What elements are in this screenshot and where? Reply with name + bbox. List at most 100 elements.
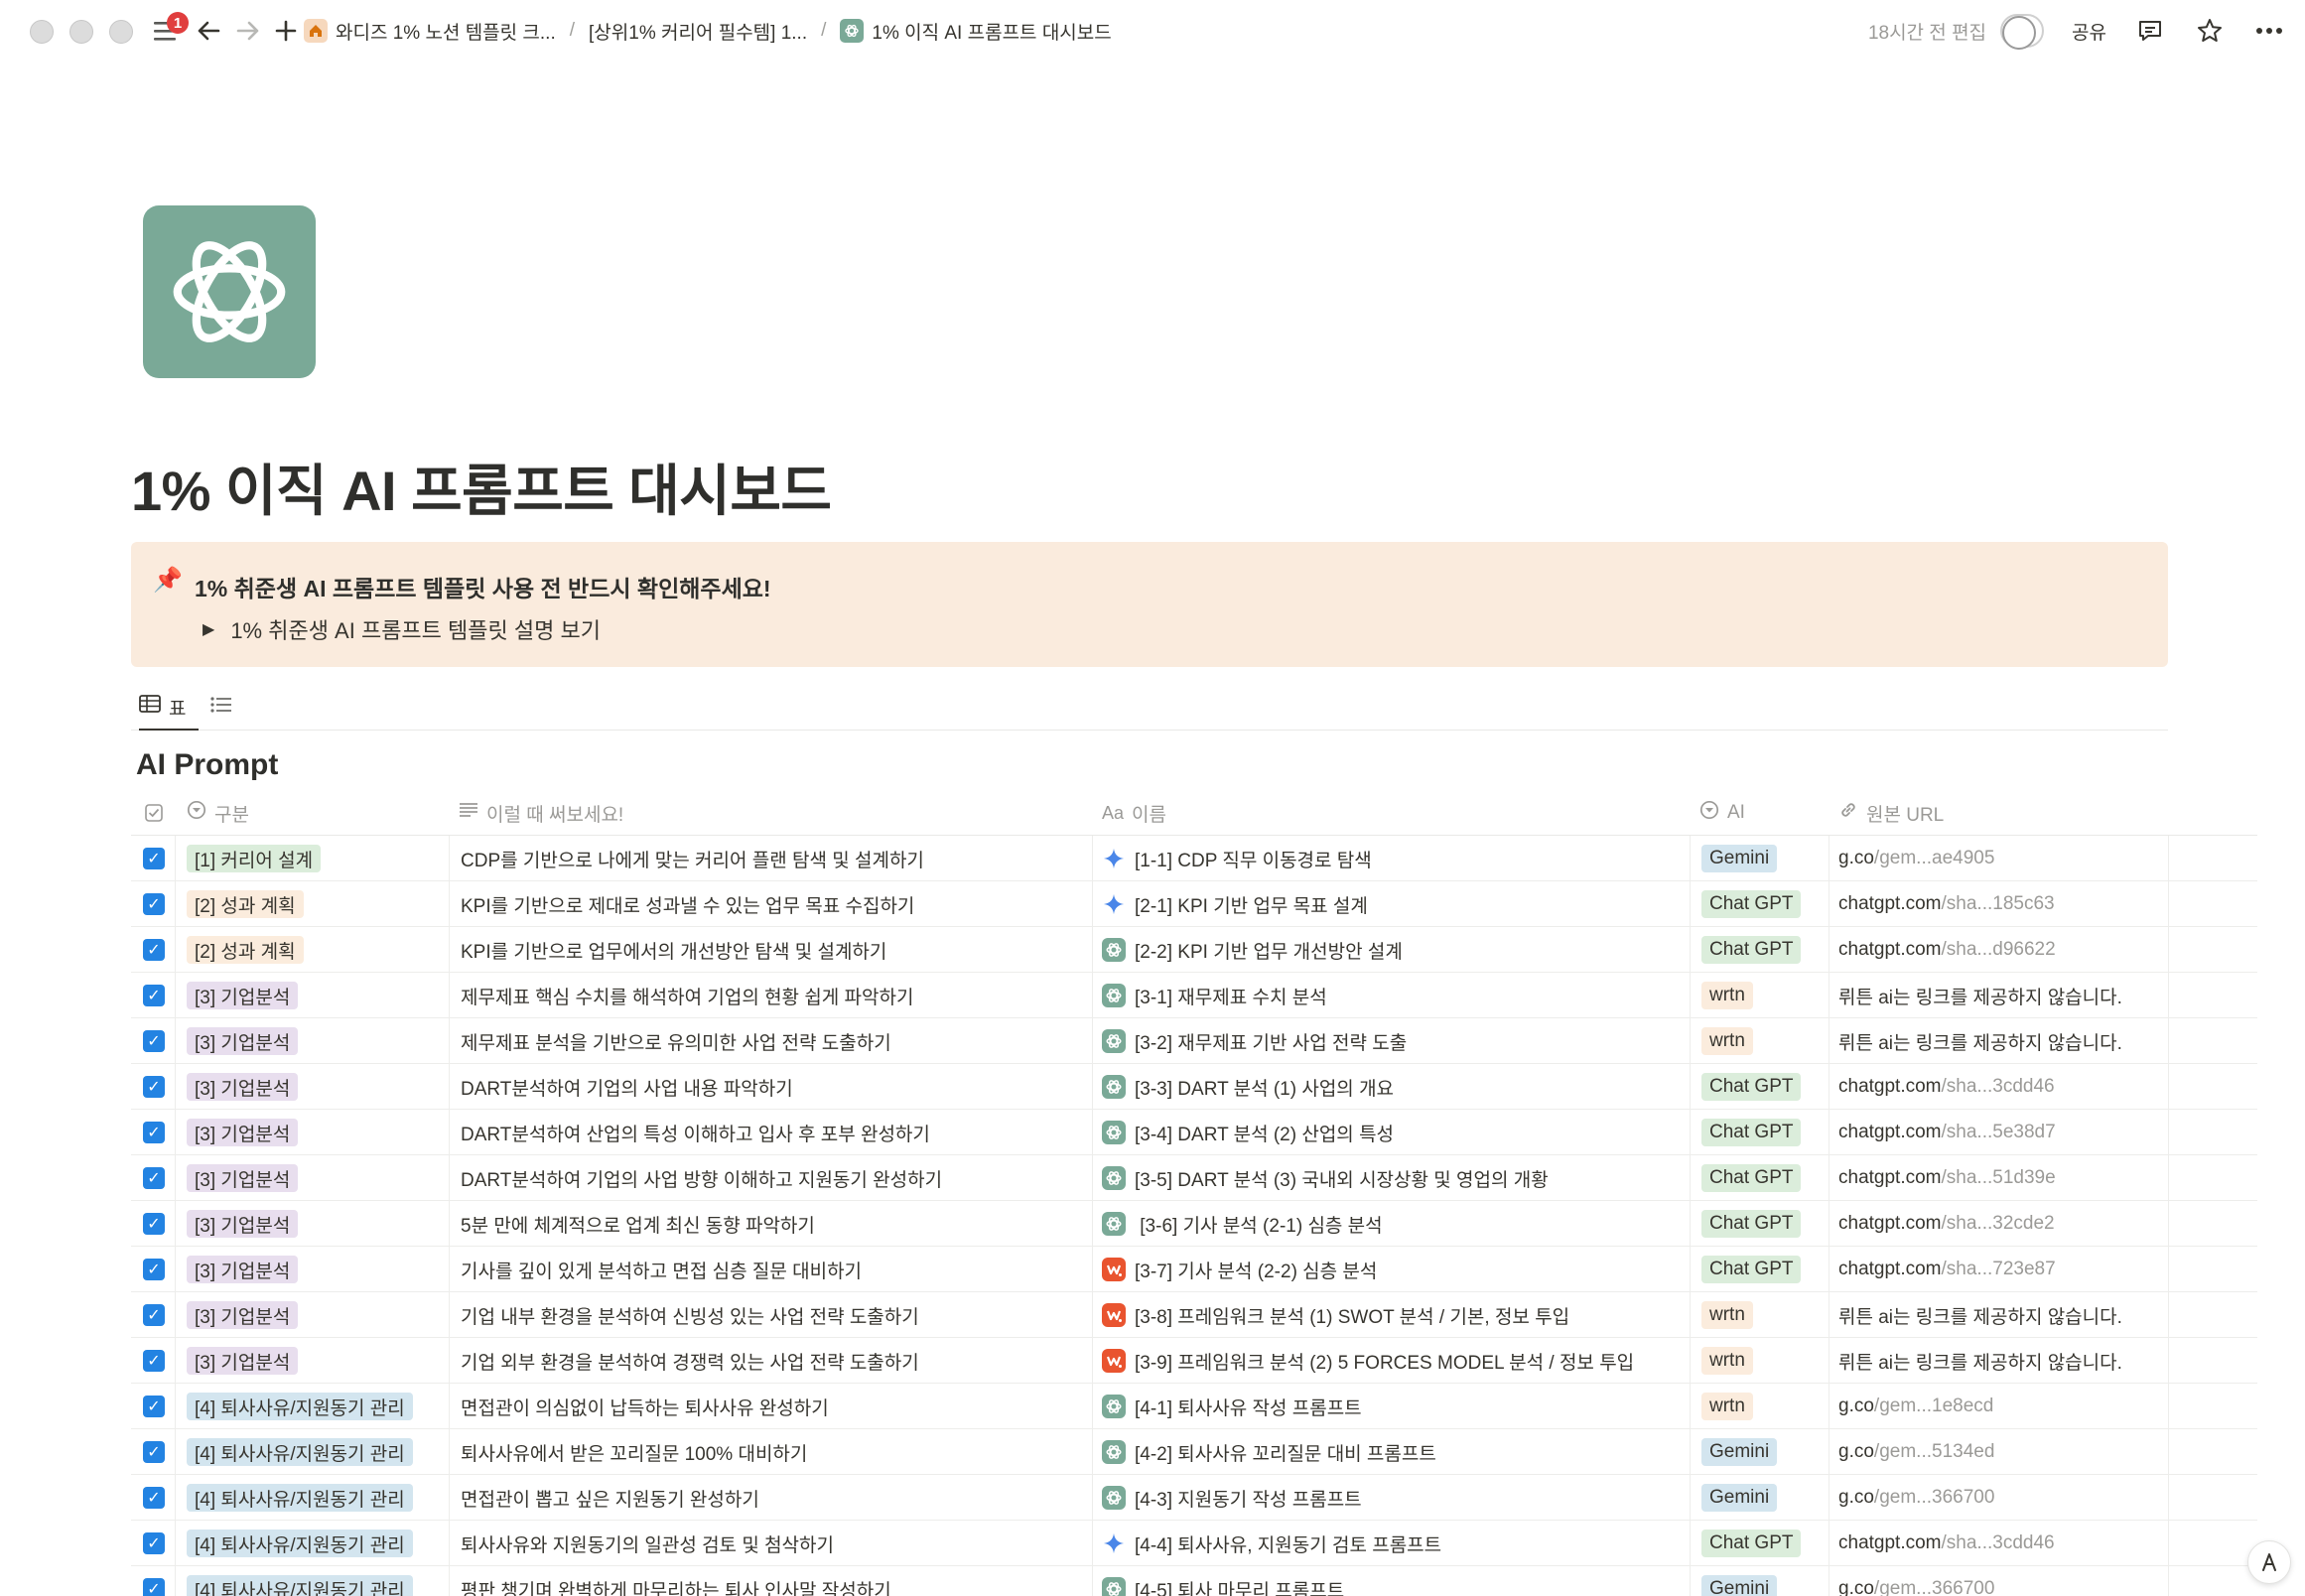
category-cell[interactable]: [3] 기업분석 xyxy=(187,1201,445,1247)
usage-cell[interactable]: 기업 외부 환경을 분석하여 경쟁력 있는 사업 전략 도출하기 xyxy=(461,1338,1086,1384)
usage-cell[interactable]: 기업 내부 환경을 분석하여 신빙성 있는 사업 전략 도출하기 xyxy=(461,1292,1086,1338)
url-host[interactable]: 뤼튼 ai는 링크를 제공하지 않습니다. xyxy=(1838,1348,2122,1375)
comment-icon[interactable] xyxy=(2134,15,2166,47)
url-cell[interactable]: chatgpt.com/sha...3cdd46 xyxy=(1838,1521,2255,1566)
url-cell[interactable]: chatgpt.com/sha...32cde2 xyxy=(1838,1201,2255,1247)
row-checkbox[interactable]: ✓ xyxy=(143,1259,165,1280)
url-cell[interactable]: g.co/gem...1e8ecd xyxy=(1838,1384,2255,1429)
ai-cell[interactable]: Chat GPT xyxy=(1701,1110,1825,1155)
url-path[interactable]: /sha...3cdd46 xyxy=(1942,1532,2055,1554)
ai-cell[interactable]: Gemini xyxy=(1701,1429,1825,1475)
url-cell[interactable]: g.co/gem...5134ed xyxy=(1838,1429,2255,1475)
url-cell[interactable]: g.co/gem...366700 xyxy=(1838,1566,2255,1596)
table-row[interactable]: ✓ [2] 성과 계획 KPI를 기반으로 제대로 성과낼 수 있는 업무 목표 수… xyxy=(131,881,2257,927)
usage-cell[interactable]: CDP를 기반으로 나에게 맞는 커리어 플랜 탐색 및 설계하기 xyxy=(461,836,1086,881)
breadcrumb-item[interactable]: 1% 이직 AI 프롬프트 대시보드 xyxy=(840,18,1112,45)
name-cell[interactable]: [4-2] 퇴사사유 꼬리질문 대비 프롬프트 xyxy=(1102,1429,1686,1475)
row-checkbox[interactable]: ✓ xyxy=(143,985,165,1006)
name-cell[interactable]: [3-7] 기사 분석 (2-2) 심층 분석 xyxy=(1102,1247,1686,1292)
table-row[interactable]: ✓ [4] 퇴사사유/지원동기 관리 평판 챙기며 완벽하게 마무리하는 퇴사 인사… xyxy=(131,1566,2257,1596)
url-host[interactable]: chatgpt.com xyxy=(1838,1076,1942,1098)
row-checkbox[interactable]: ✓ xyxy=(143,1532,165,1554)
name-cell[interactable]: [3-6] 기사 분석 (2-1) 심층 분석 xyxy=(1102,1201,1686,1247)
usage-cell[interactable]: 퇴사사유와 지원동기의 일관성 검토 및 첨삭하기 xyxy=(461,1521,1086,1566)
row-checkbox[interactable]: ✓ xyxy=(143,1441,165,1463)
page-title[interactable]: 1% 이직 AI 프롬프트 대시보드 xyxy=(131,447,832,527)
name-cell[interactable]: [1-1] CDP 직무 이동경로 탐색 xyxy=(1102,836,1686,881)
usage-cell[interactable]: 기사를 깊이 있게 분석하고 면접 심층 질문 대비하기 xyxy=(461,1247,1086,1292)
column-header-checkbox[interactable] xyxy=(145,790,163,836)
column-header-url[interactable]: 원본 URL xyxy=(1838,790,1944,836)
window-minimize-button[interactable] xyxy=(69,20,93,44)
url-host[interactable]: 뤼튼 ai는 링크를 제공하지 않습니다. xyxy=(1838,983,2122,1009)
table-row[interactable]: ✓ [3] 기업분석 DART분석하여 기업의 사업 방향 이해하고 지원동기 완성… xyxy=(131,1155,2257,1201)
window-maximize-button[interactable] xyxy=(109,20,133,44)
url-path[interactable]: /sha...3cdd46 xyxy=(1942,1076,2055,1098)
usage-cell[interactable]: 퇴사사유에서 받은 꼬리질문 100% 대비하기 xyxy=(461,1429,1086,1475)
table-row[interactable]: ✓ [4] 퇴사사유/지원동기 관리 퇴사사유와 지원동기의 일관성 검토 및 첨삭… xyxy=(131,1521,2257,1566)
category-cell[interactable]: [3] 기업분석 xyxy=(187,1292,445,1338)
tab-table-view[interactable]: 표 xyxy=(139,685,199,731)
url-cell[interactable]: chatgpt.com/sha...185c63 xyxy=(1838,881,2255,927)
table-row[interactable]: ✓ [3] 기업분석 기업 외부 환경을 분석하여 경쟁력 있는 사업 전략 도출하… xyxy=(131,1338,2257,1384)
usage-cell[interactable]: 면접관이 의심없이 납득하는 퇴사사유 완성하기 xyxy=(461,1384,1086,1429)
url-host[interactable]: chatgpt.com xyxy=(1838,1259,1942,1280)
category-cell[interactable]: [3] 기업분석 xyxy=(187,1110,445,1155)
help-button[interactable] xyxy=(2247,1540,2291,1584)
page-icon-openai-logo[interactable] xyxy=(143,205,316,378)
usage-cell[interactable]: 5분 만에 체계적으로 업계 최신 동향 파악하기 xyxy=(461,1201,1086,1247)
share-button[interactable]: 공유 xyxy=(2072,18,2106,45)
ai-cell[interactable]: Chat GPT xyxy=(1701,927,1825,973)
category-cell[interactable]: [2] 성과 계획 xyxy=(187,927,445,973)
url-path[interactable]: /gem...1e8ecd xyxy=(1874,1396,1993,1417)
usage-cell[interactable]: KPI를 기반으로 업무에서의 개선방안 탐색 및 설계하기 xyxy=(461,927,1086,973)
url-host[interactable]: g.co xyxy=(1838,1396,1874,1417)
url-path[interactable]: /sha...32cde2 xyxy=(1942,1213,2055,1235)
ai-cell[interactable]: Chat GPT xyxy=(1701,1155,1825,1201)
row-checkbox[interactable]: ✓ xyxy=(143,1350,165,1372)
url-host[interactable]: chatgpt.com xyxy=(1838,1167,1942,1189)
tab-list-view[interactable] xyxy=(210,685,246,731)
column-header-ai[interactable]: AI xyxy=(1699,790,1745,836)
category-cell[interactable]: [4] 퇴사사유/지원동기 관리 xyxy=(187,1566,445,1596)
url-host[interactable]: chatgpt.com xyxy=(1838,1122,1942,1143)
url-path[interactable]: /gem...ae4905 xyxy=(1874,848,1994,869)
ai-cell[interactable]: Chat GPT xyxy=(1701,1521,1825,1566)
url-cell[interactable]: 뤼튼 ai는 링크를 제공하지 않습니다. xyxy=(1838,1338,2255,1384)
row-checkbox[interactable]: ✓ xyxy=(143,1167,165,1189)
category-cell[interactable]: [3] 기업분석 xyxy=(187,1247,445,1292)
url-cell[interactable]: chatgpt.com/sha...51d39e xyxy=(1838,1155,2255,1201)
name-cell[interactable]: [2-1] KPI 기반 업무 목표 설계 xyxy=(1102,881,1686,927)
category-cell[interactable]: [3] 기업분석 xyxy=(187,1018,445,1064)
usage-cell[interactable]: 면접관이 뽑고 싶은 지원동기 완성하기 xyxy=(461,1475,1086,1521)
ai-cell[interactable]: Chat GPT xyxy=(1701,1247,1825,1292)
ai-cell[interactable]: wrtn xyxy=(1701,1018,1825,1064)
breadcrumb-item[interactable]: 와디즈 1% 노션 템플릿 크... xyxy=(304,18,556,45)
ai-cell[interactable]: Chat GPT xyxy=(1701,1201,1825,1247)
category-cell[interactable]: [3] 기업분석 xyxy=(187,1064,445,1110)
ai-cell[interactable]: wrtn xyxy=(1701,1292,1825,1338)
usage-cell[interactable]: DART분석하여 기업의 사업 내용 파악하기 xyxy=(461,1064,1086,1110)
forward-arrow-icon[interactable] xyxy=(228,12,268,50)
url-host[interactable]: g.co xyxy=(1838,1578,1874,1596)
url-host[interactable]: chatgpt.com xyxy=(1838,1532,1942,1554)
url-path[interactable]: /sha...51d39e xyxy=(1942,1167,2056,1189)
url-path[interactable]: /sha...5e38d7 xyxy=(1942,1122,2056,1143)
row-checkbox[interactable]: ✓ xyxy=(143,1076,165,1098)
ai-cell[interactable]: Gemini xyxy=(1701,836,1825,881)
ai-cell[interactable]: Gemini xyxy=(1701,1566,1825,1596)
url-path[interactable]: /sha...185c63 xyxy=(1942,893,2055,915)
category-cell[interactable]: [4] 퇴사사유/지원동기 관리 xyxy=(187,1384,445,1429)
row-checkbox[interactable]: ✓ xyxy=(143,1030,165,1052)
table-row[interactable]: ✓ [2] 성과 계획 KPI를 기반으로 업무에서의 개선방안 탐색 및 설계하기… xyxy=(131,927,2257,973)
name-cell[interactable]: [4-5] 퇴사 마무리 프롬프트 xyxy=(1102,1566,1686,1596)
url-cell[interactable]: 뤼튼 ai는 링크를 제공하지 않습니다. xyxy=(1838,973,2255,1018)
name-cell[interactable]: [3-4] DART 분석 (2) 산업의 특성 xyxy=(1102,1110,1686,1155)
ai-cell[interactable]: Gemini xyxy=(1701,1475,1825,1521)
url-host[interactable]: 뤼튼 ai는 링크를 제공하지 않습니다. xyxy=(1838,1028,2122,1055)
new-page-plus-icon[interactable] xyxy=(266,12,306,50)
name-cell[interactable]: [3-5] DART 분석 (3) 국내외 시장상황 및 영업의 개황 xyxy=(1102,1155,1686,1201)
table-row[interactable]: ✓ [3] 기업분석 제무제표 분석을 기반으로 유의미한 사업 전략 도출하기 [3… xyxy=(131,1018,2257,1064)
category-cell[interactable]: [3] 기업분석 xyxy=(187,973,445,1018)
table-row[interactable]: ✓ [3] 기업분석 제무제표 핵심 수치를 해석하여 기업의 현황 쉽게 파악하기… xyxy=(131,973,2257,1018)
